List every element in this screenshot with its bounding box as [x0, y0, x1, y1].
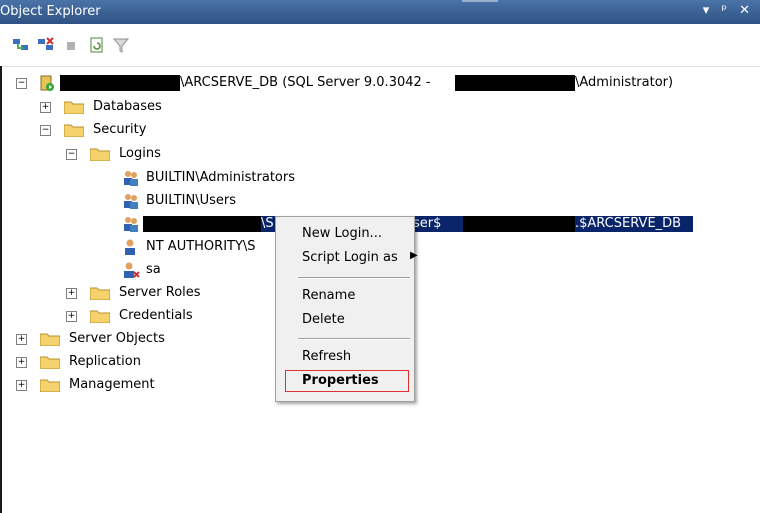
selected-label-part: .$ARCSERVE_DB — [575, 216, 693, 232]
tree-label: Server Objects — [69, 331, 165, 346]
tree-node-login[interactable]: BUILTIN\Administrators — [0, 168, 330, 188]
folder-icon — [64, 123, 84, 137]
menu-separator — [298, 277, 410, 279]
menu-separator — [298, 338, 410, 340]
folder-icon — [90, 309, 110, 323]
server-label-end: \Administrator) — [575, 75, 674, 90]
redacted-user-name — [455, 75, 575, 91]
tree-node-server[interactable]: − \ARCSERVE_DB (SQL Server 9.0.3042 - \A… — [0, 73, 700, 93]
collapse-toggle[interactable]: − — [40, 125, 51, 136]
expand-toggle[interactable]: + — [16, 380, 27, 391]
menu-item-refresh[interactable]: Refresh — [302, 349, 351, 364]
window-controls[interactable]: ▾ ᵖ ✕ — [703, 3, 754, 18]
tree-node-server-roles[interactable]: + Server Roles — [0, 283, 260, 303]
disabled-user-icon — [122, 261, 140, 279]
expand-toggle[interactable]: + — [66, 288, 77, 299]
expand-toggle[interactable]: + — [16, 334, 27, 345]
tree-label: Server Roles — [119, 285, 201, 300]
expand-toggle[interactable]: + — [40, 102, 51, 113]
object-explorer-titlebar: Object Explorer ▾ ᵖ ✕ — [0, 0, 760, 24]
disconnect-icon[interactable] — [37, 37, 55, 53]
server-label-mid: \ARCSERVE_DB (SQL Server 9.0.3042 - — [180, 75, 431, 90]
tree-label: Management — [69, 377, 155, 392]
tree-label: sa — [146, 262, 161, 277]
user-login-icon — [122, 238, 140, 256]
tree-node-replication[interactable]: + Replication — [0, 352, 260, 372]
folder-icon — [90, 286, 110, 300]
stop-icon[interactable] — [62, 37, 80, 53]
tree-label: Credentials — [119, 308, 193, 323]
tree-label: BUILTIN\Administrators — [146, 170, 295, 185]
tree-label: BUILTIN\Users — [146, 193, 237, 208]
submenu-arrow-icon: ▶ — [410, 250, 418, 261]
group-login-icon — [122, 169, 140, 187]
expand-toggle[interactable]: + — [16, 357, 27, 368]
expand-toggle[interactable]: + — [66, 311, 77, 322]
folder-icon — [40, 332, 60, 346]
tree-label: Security — [93, 122, 147, 137]
menu-item-label: Script Login as — [302, 250, 398, 265]
tree-node-management[interactable]: + Management — [0, 375, 260, 395]
menu-item-new-login[interactable]: New Login... — [302, 226, 382, 241]
connect-icon[interactable] — [12, 37, 30, 53]
filter-icon[interactable] — [112, 37, 130, 53]
redacted-server-name — [60, 75, 180, 91]
group-login-icon — [122, 192, 140, 210]
menu-item-script-login-as[interactable]: Script Login as ▶ — [302, 250, 418, 265]
tree-label: Logins — [119, 146, 161, 161]
tree-label: Databases — [93, 99, 162, 114]
redacted-login-part — [463, 216, 575, 232]
tree-node-server-objects[interactable]: + Server Objects — [0, 329, 260, 349]
tree-label: Replication — [69, 354, 141, 369]
menu-item-delete[interactable]: Delete — [302, 312, 345, 327]
panel-title: Object Explorer — [0, 4, 101, 19]
menu-item-rename[interactable]: Rename — [302, 288, 355, 303]
folder-icon — [40, 355, 60, 369]
server-icon — [38, 74, 56, 92]
context-menu: New Login... Script Login as ▶ Rename De… — [275, 216, 418, 402]
tree-node-databases[interactable]: + Databases — [0, 97, 200, 117]
group-login-icon — [122, 215, 140, 233]
object-explorer-toolbar — [0, 24, 760, 67]
refresh-icon[interactable] — [88, 37, 106, 53]
folder-icon — [64, 100, 84, 114]
tree-node-logins[interactable]: − Logins — [0, 144, 200, 164]
redacted-login-part — [143, 216, 261, 232]
drag-grip[interactable] — [462, 0, 498, 2]
collapse-toggle[interactable]: − — [16, 78, 27, 89]
tree-node-credentials[interactable]: + Credentials — [0, 306, 260, 326]
collapse-toggle[interactable]: − — [66, 149, 77, 160]
folder-icon — [90, 147, 110, 161]
tree-node-security[interactable]: − Security — [0, 120, 200, 140]
tree-label: NT AUTHORITY\S — [146, 239, 256, 254]
folder-icon — [40, 378, 60, 392]
menu-item-properties[interactable]: Properties — [302, 373, 379, 388]
tree-node-login[interactable]: BUILTIN\Users — [0, 191, 330, 211]
selected-label-part: ser$ — [413, 216, 463, 232]
